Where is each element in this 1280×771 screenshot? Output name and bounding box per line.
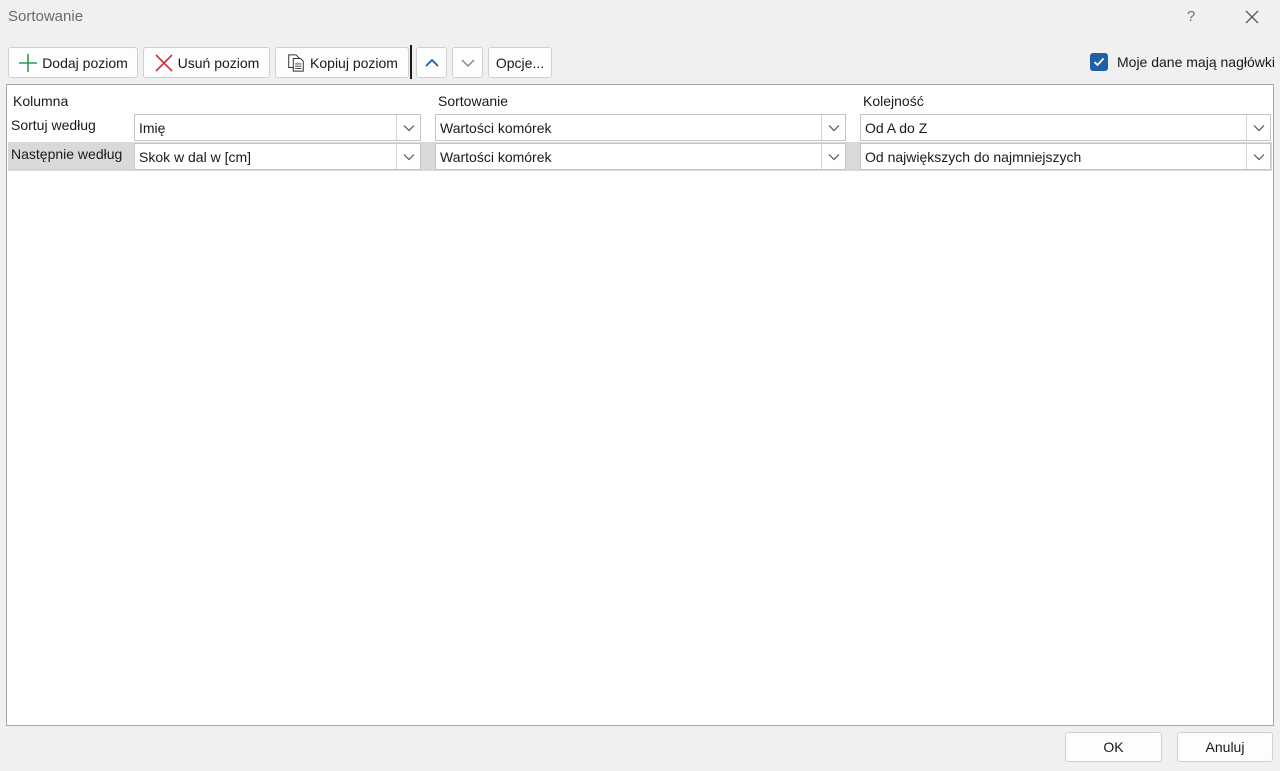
row-label: Sortuj według bbox=[11, 117, 96, 133]
close-icon bbox=[1245, 10, 1259, 24]
ok-button[interactable]: OK bbox=[1065, 732, 1162, 762]
sort-level-row[interactable]: Następnie według Skok w dal w [cm] Warto… bbox=[8, 142, 1272, 171]
chevron-down-icon bbox=[460, 58, 475, 67]
toolbar-separator bbox=[410, 45, 412, 79]
dropdown-arrow-icon[interactable] bbox=[396, 144, 420, 169]
help-button[interactable]: ? bbox=[1176, 4, 1206, 30]
sort-on-dropdown[interactable]: Wartości komórek bbox=[435, 114, 846, 141]
column-dropdown[interactable]: Imię bbox=[134, 114, 421, 141]
order-value: Od A do Z bbox=[865, 120, 928, 136]
order-dropdown[interactable]: Od największych do najmniejszych bbox=[860, 143, 1271, 170]
move-up-button[interactable] bbox=[416, 47, 447, 78]
headers-checkbox-group[interactable]: Moje dane mają nagłówki bbox=[1090, 53, 1275, 71]
x-icon bbox=[154, 53, 174, 73]
copy-level-label: Kopiuj poziom bbox=[310, 54, 398, 71]
cancel-button[interactable]: Anuluj bbox=[1177, 732, 1273, 762]
plus-icon bbox=[18, 53, 38, 73]
options-label: Opcje... bbox=[495, 54, 545, 71]
dropdown-arrow-icon[interactable] bbox=[396, 115, 420, 140]
toolbar: Dodaj poziom Usuń poziom Kopiuj poziom O… bbox=[0, 44, 1280, 80]
add-level-button[interactable]: Dodaj poziom bbox=[8, 47, 138, 78]
column-header: Kolumna bbox=[13, 93, 69, 109]
dropdown-arrow-icon[interactable] bbox=[821, 115, 845, 140]
dropdown-arrow-icon[interactable] bbox=[821, 144, 845, 169]
dialog-title: Sortowanie bbox=[8, 8, 84, 25]
sort-on-dropdown[interactable]: Wartości komórek bbox=[435, 143, 846, 170]
order-header: Kolejność bbox=[863, 93, 924, 109]
row-label: Następnie według bbox=[11, 146, 123, 162]
column-value: Imię bbox=[139, 120, 166, 136]
order-value: Od największych do najmniejszych bbox=[865, 149, 1082, 165]
options-button[interactable]: Opcje... bbox=[488, 47, 552, 78]
dropdown-arrow-icon[interactable] bbox=[1246, 115, 1270, 140]
title-bar: Sortowanie ? bbox=[0, 0, 1280, 36]
add-level-label: Dodaj poziom bbox=[42, 54, 128, 71]
sort-on-header: Sortowanie bbox=[438, 93, 509, 109]
close-button[interactable] bbox=[1236, 4, 1268, 30]
sort-levels-grid: Kolumna Sortowanie Kolejność Sortuj wedł… bbox=[6, 84, 1274, 726]
copy-level-button[interactable]: Kopiuj poziom bbox=[275, 47, 409, 78]
order-dropdown[interactable]: Od A do Z bbox=[860, 114, 1271, 141]
sort-dialog: Sortowanie ? Dodaj poziom Usuń poziom Ko… bbox=[0, 0, 1280, 771]
checkmark-icon bbox=[1093, 57, 1105, 67]
chevron-up-icon bbox=[424, 58, 439, 67]
delete-level-label: Usuń poziom bbox=[177, 54, 260, 71]
move-down-button[interactable] bbox=[452, 47, 483, 78]
sort-on-value: Wartości komórek bbox=[440, 149, 552, 165]
delete-level-button[interactable]: Usuń poziom bbox=[143, 47, 270, 78]
headers-checkbox-label: Moje dane mają nagłówki bbox=[1117, 54, 1275, 70]
column-dropdown[interactable]: Skok w dal w [cm] bbox=[134, 143, 421, 170]
copy-icon bbox=[286, 53, 306, 73]
sort-on-value: Wartości komórek bbox=[440, 120, 552, 136]
column-value: Skok w dal w [cm] bbox=[139, 149, 252, 165]
dropdown-arrow-icon[interactable] bbox=[1246, 144, 1270, 169]
headers-checkbox[interactable] bbox=[1090, 53, 1108, 71]
sort-level-row[interactable]: Sortuj według Imię Wartości komórek Od A… bbox=[8, 113, 1272, 142]
